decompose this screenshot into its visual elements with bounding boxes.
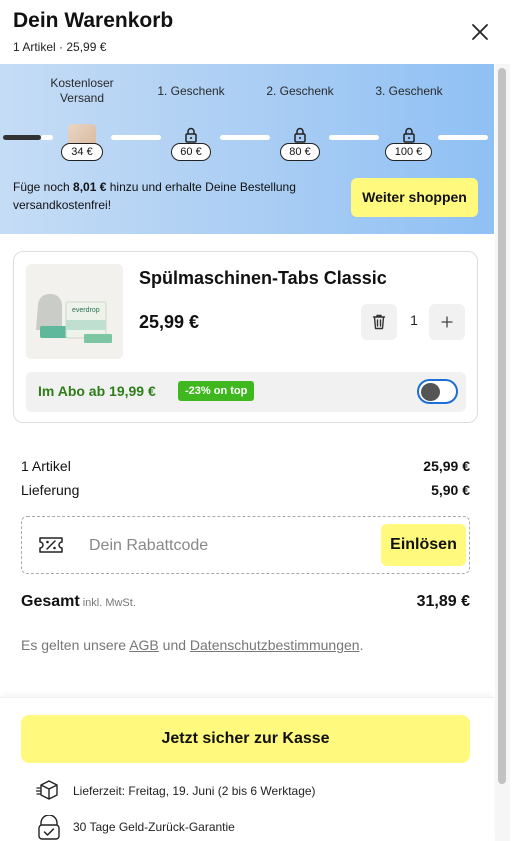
close-button[interactable]	[468, 20, 492, 44]
items-label: 1 Artikel	[21, 458, 71, 474]
cart-header: Dein Warenkorb 1 Artikel · 25,99 €	[0, 0, 513, 64]
progress-segment	[111, 135, 161, 140]
continue-shopping-button[interactable]: Weiter shoppen	[351, 178, 478, 217]
checkout-footer: Jetzt sicher zur Kasse Lieferzeit: Freit…	[0, 697, 494, 841]
subscription-row: Im Abo ab 19,99 € -23% on top	[26, 372, 466, 412]
step-label-gift-3: 3. Geschenk	[375, 84, 443, 98]
plus-icon	[441, 316, 453, 328]
subscription-toggle[interactable]	[417, 379, 458, 404]
free-shipping-message: Füge noch 8,01 € hinzu und erhalte Deine…	[13, 180, 296, 212]
cart-summary-subtitle: 1 Artikel · 25,99 €	[13, 40, 107, 54]
quantity-value: 1	[410, 312, 418, 328]
progress-segment	[41, 135, 53, 140]
total-label: Gesamt	[21, 593, 80, 610]
coupon-ticket-icon	[39, 537, 63, 553]
items-subtotal-row: 1 Artikel 25,99 €	[21, 458, 470, 474]
toggle-knob	[421, 382, 440, 401]
delivery-row: Lieferung 5,90 €	[21, 482, 470, 498]
close-icon	[472, 24, 488, 40]
trash-icon	[372, 314, 386, 330]
checkout-button[interactable]: Jetzt sicher zur Kasse	[21, 715, 470, 763]
discount-badge: -23% on top	[178, 381, 255, 401]
threshold-badge: 100 €	[385, 143, 432, 161]
money-back-guarantee-icon	[38, 815, 60, 840]
delivery-label: Lieferung	[21, 482, 80, 498]
progress-segment	[220, 135, 270, 140]
step-label-free-shipping: Kostenloser Versand	[50, 76, 114, 105]
privacy-link[interactable]: Datenschutzbestimmungen	[190, 637, 360, 653]
coupon-code-input[interactable]	[80, 531, 370, 561]
step-label-gift-2: 2. Geschenk	[266, 84, 334, 98]
product-price: 25,99 €	[139, 312, 200, 332]
remaining-amount: 8,01 €	[73, 180, 107, 194]
threshold-badge: 60 €	[171, 143, 211, 161]
progress-segment	[438, 135, 488, 140]
product-name: Spülmaschinen-Tabs Classic	[139, 268, 387, 288]
legal-notice: Es gelten unsere AGB und Datenschutzbest…	[21, 637, 364, 653]
threshold-badge: 34 €	[61, 143, 103, 161]
lock-icon	[294, 127, 306, 143]
progress-segment	[329, 135, 379, 140]
agb-link[interactable]: AGB	[129, 637, 159, 653]
subscription-label: Im Abo ab 19,99 €	[38, 383, 156, 399]
step-label-gift-1: 1. Geschenk	[157, 84, 225, 98]
coupon-box: Einlösen	[21, 516, 470, 574]
package-icon	[36, 780, 58, 800]
product-brand-label: everdrop	[72, 307, 100, 314]
increase-quantity-button[interactable]	[429, 304, 465, 340]
items-value: 25,99 €	[423, 458, 470, 474]
lock-icon	[185, 127, 197, 143]
scrollbar-thumb[interactable]	[498, 68, 506, 784]
total-value: 31,89 €	[416, 593, 470, 610]
cart-item-card: everdrop Spülmaschinen-Tabs Classic 25,9…	[13, 251, 478, 423]
lock-icon	[403, 127, 415, 143]
progress-segment-filled	[3, 135, 41, 140]
product-image: everdrop	[26, 264, 123, 359]
tax-note: inkl. MwSt.	[82, 597, 136, 609]
free-shipping-banner: Kostenloser Versand 1. Geschenk 2. Gesch…	[0, 64, 494, 234]
page-title: Dein Warenkorb	[13, 9, 174, 32]
threshold-badge: 80 €	[280, 143, 320, 161]
total-row: Gesamt inkl. MwSt. 31,89 €	[21, 593, 470, 611]
remove-item-button[interactable]	[361, 304, 397, 340]
delivery-value: 5,90 €	[431, 482, 470, 498]
redeem-coupon-button[interactable]: Einlösen	[381, 524, 466, 566]
